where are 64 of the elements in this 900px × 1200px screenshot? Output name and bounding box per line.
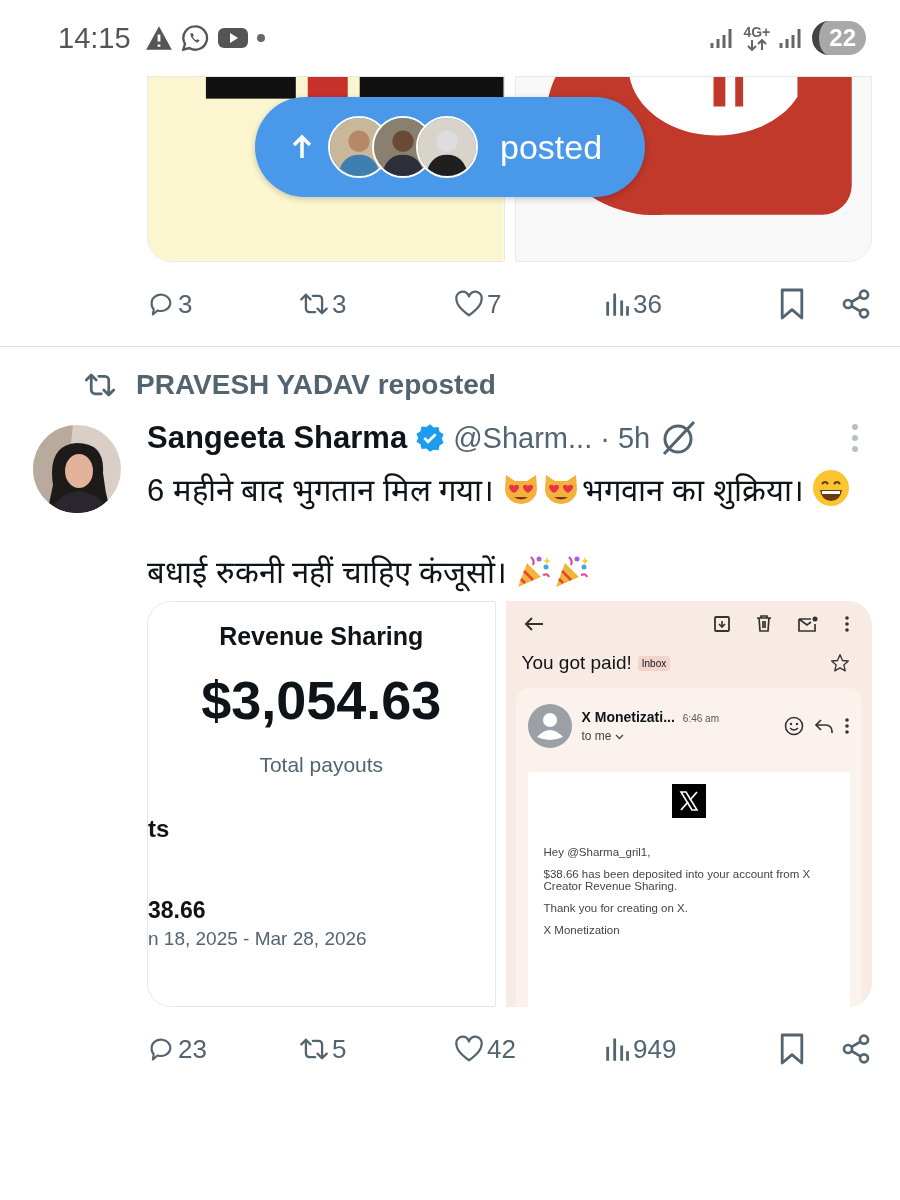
reply-icon	[814, 718, 834, 734]
repost-button[interactable]: 5	[299, 1033, 454, 1065]
data-arrows-icon	[745, 39, 768, 51]
logo-icon	[671, 784, 706, 818]
email-text: Thank you for creating on X.	[543, 902, 689, 914]
post-time: · 5h	[600, 421, 651, 455]
grinning-emoji-icon	[811, 469, 850, 507]
chevron-down-icon	[614, 734, 624, 740]
more-vertical-icon	[850, 423, 860, 453]
views-button[interactable]: 949	[604, 1033, 764, 1065]
more-vertical-icon	[844, 718, 850, 734]
email-time: 6:46 am	[682, 713, 719, 724]
email-subject: You got paid!	[521, 652, 632, 674]
inbox-label: Inbox	[637, 655, 671, 671]
sender-name: X Monetizati...	[581, 709, 675, 725]
smiley-icon	[784, 716, 804, 736]
bookmark-icon	[778, 1032, 806, 1066]
share-button[interactable]	[840, 1033, 872, 1065]
share-button[interactable]	[840, 288, 872, 320]
archive-icon	[714, 615, 730, 632]
chat-bubble-icon	[180, 24, 209, 52]
bookmark-button[interactable]	[778, 1032, 806, 1066]
video-play-icon	[216, 26, 249, 50]
views-button[interactable]: 36	[604, 288, 764, 320]
like-button[interactable]: 7	[454, 288, 604, 320]
share-icon	[840, 288, 872, 320]
dot-icon	[256, 34, 265, 42]
star-icon	[830, 653, 850, 673]
reply-button[interactable]: 23	[147, 1033, 299, 1065]
avatar-icon	[527, 704, 572, 748]
post-text: 6 महीने बाद भुगतान मिल गया।	[147, 473, 495, 508]
reply-button[interactable]: 3	[147, 288, 299, 320]
back-arrow-icon	[523, 615, 544, 632]
email-text: Hey @Sharma_gril1,	[543, 846, 652, 858]
battery-level: 22	[812, 21, 866, 55]
party-popper-emoji-icon	[553, 553, 590, 589]
repost-button[interactable]: 3	[299, 288, 454, 320]
more-vertical-icon	[844, 615, 850, 632]
payout-amount: 38.66	[148, 897, 206, 924]
trash-icon	[756, 615, 772, 632]
revenue-amount: $3,054.63	[201, 669, 442, 731]
post-text: बधाई रुकनी नहीं चाहिए कंजूसों।	[147, 555, 508, 590]
status-time: 14:15	[58, 21, 131, 55]
heart-icon	[454, 290, 484, 318]
post-text: भगवान का शुक्रिया।	[582, 473, 804, 508]
revenue-title: Revenue Sharing	[219, 622, 424, 651]
bookmark-icon	[778, 287, 806, 321]
recipient-label: to me	[581, 729, 774, 743]
author-name: Sangeeta Sharma	[147, 420, 408, 456]
mail-icon	[798, 615, 818, 632]
party-popper-emoji-icon	[515, 553, 552, 589]
email-text: X Monetization	[543, 924, 621, 936]
like-button[interactable]: 42	[454, 1033, 604, 1065]
warning-icon	[144, 25, 173, 51]
payout-period: n 18, 2025 - Mar 28, 2026	[148, 928, 367, 950]
heart-icon	[454, 1035, 484, 1063]
revenue-caption: Total payouts	[259, 753, 384, 777]
network-type: 4G+	[743, 25, 771, 51]
share-icon	[840, 1033, 872, 1065]
repost-label: PRAVESH YADAV reposted	[136, 369, 496, 401]
bookmark-button[interactable]	[778, 287, 806, 321]
email-text: $38.66 has been deposited into your account from X Creator Revenue Sharing.	[543, 868, 812, 892]
author-handle: @Sharm...	[453, 421, 593, 455]
section-heading: ts	[148, 815, 170, 843]
